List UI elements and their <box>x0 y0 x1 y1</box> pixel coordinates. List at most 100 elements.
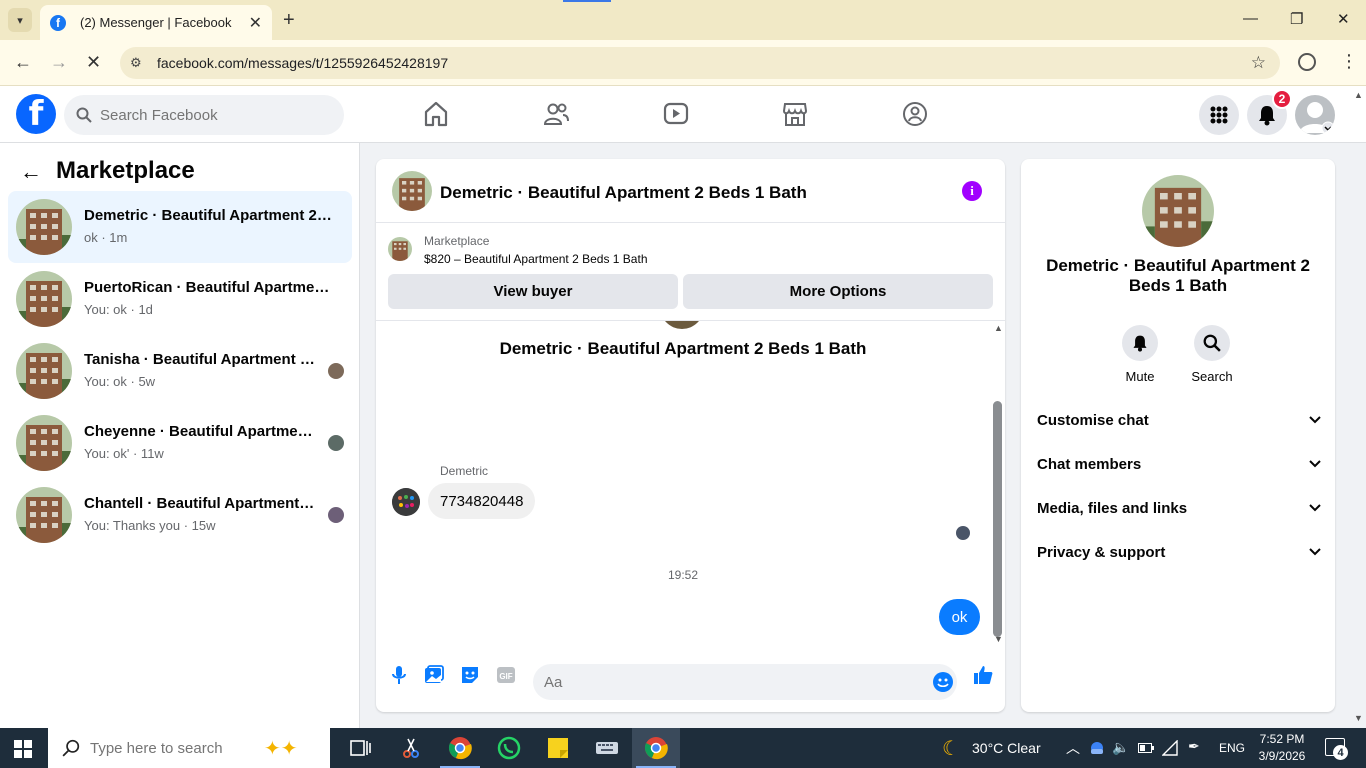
battery-icon[interactable] <box>1138 742 1154 754</box>
browser-menu-icon[interactable]: ⋮ <box>1340 51 1358 72</box>
wifi-icon[interactable] <box>1162 740 1178 756</box>
conversation-item[interactable]: Cheyenne · Beautiful Apartment 2 Beds 1 … <box>8 407 352 479</box>
photo-icon[interactable] <box>423 664 445 686</box>
thumbs-up-icon[interactable] <box>972 664 994 686</box>
sticker-icon[interactable] <box>459 664 481 686</box>
listing-price[interactable]: $820 – Beautiful Apartment 2 Beds 1 Bath <box>424 252 648 266</box>
windows-taskbar: ✦✦ ☾ 30°C Clear ︿ 🔈 ✒ ENG 7:52 PM 3/9/20… <box>0 728 1366 768</box>
marketplace-icon[interactable] <box>782 100 808 128</box>
chrome-icon[interactable] <box>448 736 472 760</box>
facebook-logo-icon[interactable]: f <box>16 94 56 134</box>
snipping-tool-icon[interactable] <box>399 736 423 760</box>
touch-keyboard-icon[interactable] <box>595 736 619 760</box>
conversation-item[interactable]: Chantell · Beautiful Apartment 2 Beds 1 … <box>8 479 352 551</box>
back-button[interactable]: ← <box>14 52 32 73</box>
scroll-down-arrow[interactable]: ▼ <box>994 634 1003 644</box>
message-composer: GIF <box>376 650 1005 712</box>
conversation-name: PuertoRican · Beautiful Apartment 2 Beds… <box>84 279 332 296</box>
forward-button[interactable]: → <box>50 52 68 73</box>
new-tab-button[interactable]: + <box>283 9 295 32</box>
search-label: Search <box>1191 369 1233 384</box>
chat-header: Demetric · Beautiful Apartment 2 Beds 1 … <box>376 159 1005 223</box>
restore-button[interactable]: ❐ <box>1290 10 1303 28</box>
browser-tab[interactable]: f (2) Messenger | Facebook ✕ <box>40 5 272 40</box>
microphone-icon[interactable] <box>388 664 410 686</box>
clock-time[interactable]: 7:52 PM <box>1254 732 1310 746</box>
chrome-icon <box>644 737 668 760</box>
conversation-heading: Demetric · Beautiful Apartment 2 Beds 1 … <box>499 339 867 358</box>
weather-text[interactable]: 30°C Clear <box>972 740 1041 756</box>
chrome-profile-button[interactable] <box>632 728 680 768</box>
page-scroll-up[interactable]: ▲ <box>1354 90 1363 100</box>
bell-icon <box>1259 106 1275 126</box>
chevron-up-icon[interactable]: ︿ <box>1066 738 1080 758</box>
media-files-links-section[interactable]: Media, files and links <box>1037 496 1321 520</box>
site-info-icon[interactable]: ⚙ <box>130 55 148 71</box>
svg-text:GIF: GIF <box>499 672 512 681</box>
pen-icon[interactable]: ✒ <box>1188 738 1200 755</box>
more-options-button[interactable]: More Options <box>683 274 993 309</box>
info-icon[interactable]: i <box>962 181 982 201</box>
conversation-item[interactable]: Tanisha · Beautiful Apartment 2 Beds 1 B… <box>8 335 352 407</box>
section-label: Media, files and links <box>1037 499 1188 517</box>
grid-icon <box>1210 106 1228 124</box>
taskbar-search-box[interactable]: ✦✦ <box>48 728 330 768</box>
back-arrow-icon[interactable]: ← <box>20 159 42 185</box>
language-indicator[interactable]: ENG <box>1219 741 1245 755</box>
facebook-search-box[interactable] <box>64 95 344 135</box>
task-view-icon[interactable] <box>348 736 372 760</box>
view-buyer-button[interactable]: View buyer <box>388 274 678 309</box>
gif-icon[interactable]: GIF <box>495 664 517 686</box>
groups-icon[interactable] <box>902 100 928 128</box>
emoji-icon[interactable] <box>933 672 953 692</box>
chat-members-section[interactable]: Chat members <box>1037 452 1321 476</box>
whatsapp-icon[interactable] <box>497 736 521 760</box>
sticky-notes-icon[interactable] <box>546 736 570 760</box>
minimize-button[interactable]: — <box>1243 10 1258 27</box>
account-avatar[interactable] <box>1295 95 1335 135</box>
search-icon[interactable] <box>1194 325 1230 361</box>
scrollbar-thumb[interactable] <box>993 401 1002 637</box>
volume-icon[interactable]: 🔈 <box>1112 739 1129 756</box>
close-tab-icon[interactable]: ✕ <box>249 13 262 33</box>
scroll-up-arrow[interactable]: ▲ <box>994 323 1003 333</box>
windows-start-icon[interactable] <box>14 740 32 758</box>
search-action[interactable]: Search <box>1182 325 1242 384</box>
network-cloud-icon[interactable] <box>1089 740 1105 756</box>
home-icon[interactable] <box>423 100 449 128</box>
bookmark-star-icon[interactable]: ☆ <box>1251 53 1266 73</box>
message-input[interactable] <box>544 673 904 691</box>
mute-action[interactable]: Mute <box>1110 325 1170 384</box>
tab-search-dropdown[interactable]: ▾ <box>8 8 32 32</box>
conversation-preview: You: ok · 5w <box>84 374 156 389</box>
bell-icon[interactable] <box>1122 325 1158 361</box>
video-icon[interactable] <box>663 100 689 128</box>
outgoing-message-bubble[interactable]: ok <box>939 599 980 635</box>
incoming-message-bubble[interactable]: 7734820448 <box>428 483 536 519</box>
conversation-name: Chantell · Beautiful Apartment 2 Beds 1 … <box>84 495 316 512</box>
stop-loading-button[interactable]: ✕ <box>86 52 101 73</box>
panel-title: Marketplace <box>56 157 195 184</box>
marketplace-conversation-list: ← Marketplace Demetric · Beautiful Apart… <box>0 143 360 728</box>
sender-avatar[interactable] <box>392 488 420 516</box>
participant-avatar <box>328 507 344 523</box>
address-bar[interactable]: ⚙ facebook.com/messages/t/12559264524281… <box>120 47 1280 79</box>
conversation-item[interactable]: Demetric · Beautiful Apartment 2 Beds 1 … <box>8 191 352 263</box>
menu-grid-button[interactable] <box>1199 95 1239 135</box>
message-scrollbar[interactable]: ▲ ▼ <box>990 321 1005 650</box>
message-input-box[interactable] <box>533 664 957 700</box>
chat-title[interactable]: Demetric · Beautiful Apartment 2 Beds 1 … <box>440 183 807 203</box>
customise-chat-section[interactable]: Customise chat <box>1037 408 1321 432</box>
conversation-item[interactable]: PuertoRican · Beautiful Apartment 2 Beds… <box>8 263 352 335</box>
browser-profile-icon[interactable] <box>1298 53 1316 71</box>
taskbar-search-input[interactable] <box>90 739 250 757</box>
page-scroll-down[interactable]: ▼ <box>1354 713 1363 723</box>
close-window-button[interactable]: ✕ <box>1337 10 1350 28</box>
privacy-support-section[interactable]: Privacy & support <box>1037 540 1321 564</box>
facebook-search-input[interactable] <box>100 106 320 124</box>
apartment-thumbnail <box>16 199 72 255</box>
clock-date[interactable]: 3/9/2026 <box>1254 749 1310 763</box>
chat-thumbnail[interactable] <box>392 171 432 211</box>
friends-icon[interactable] <box>543 100 569 128</box>
notification-badge: 2 <box>1272 89 1292 109</box>
